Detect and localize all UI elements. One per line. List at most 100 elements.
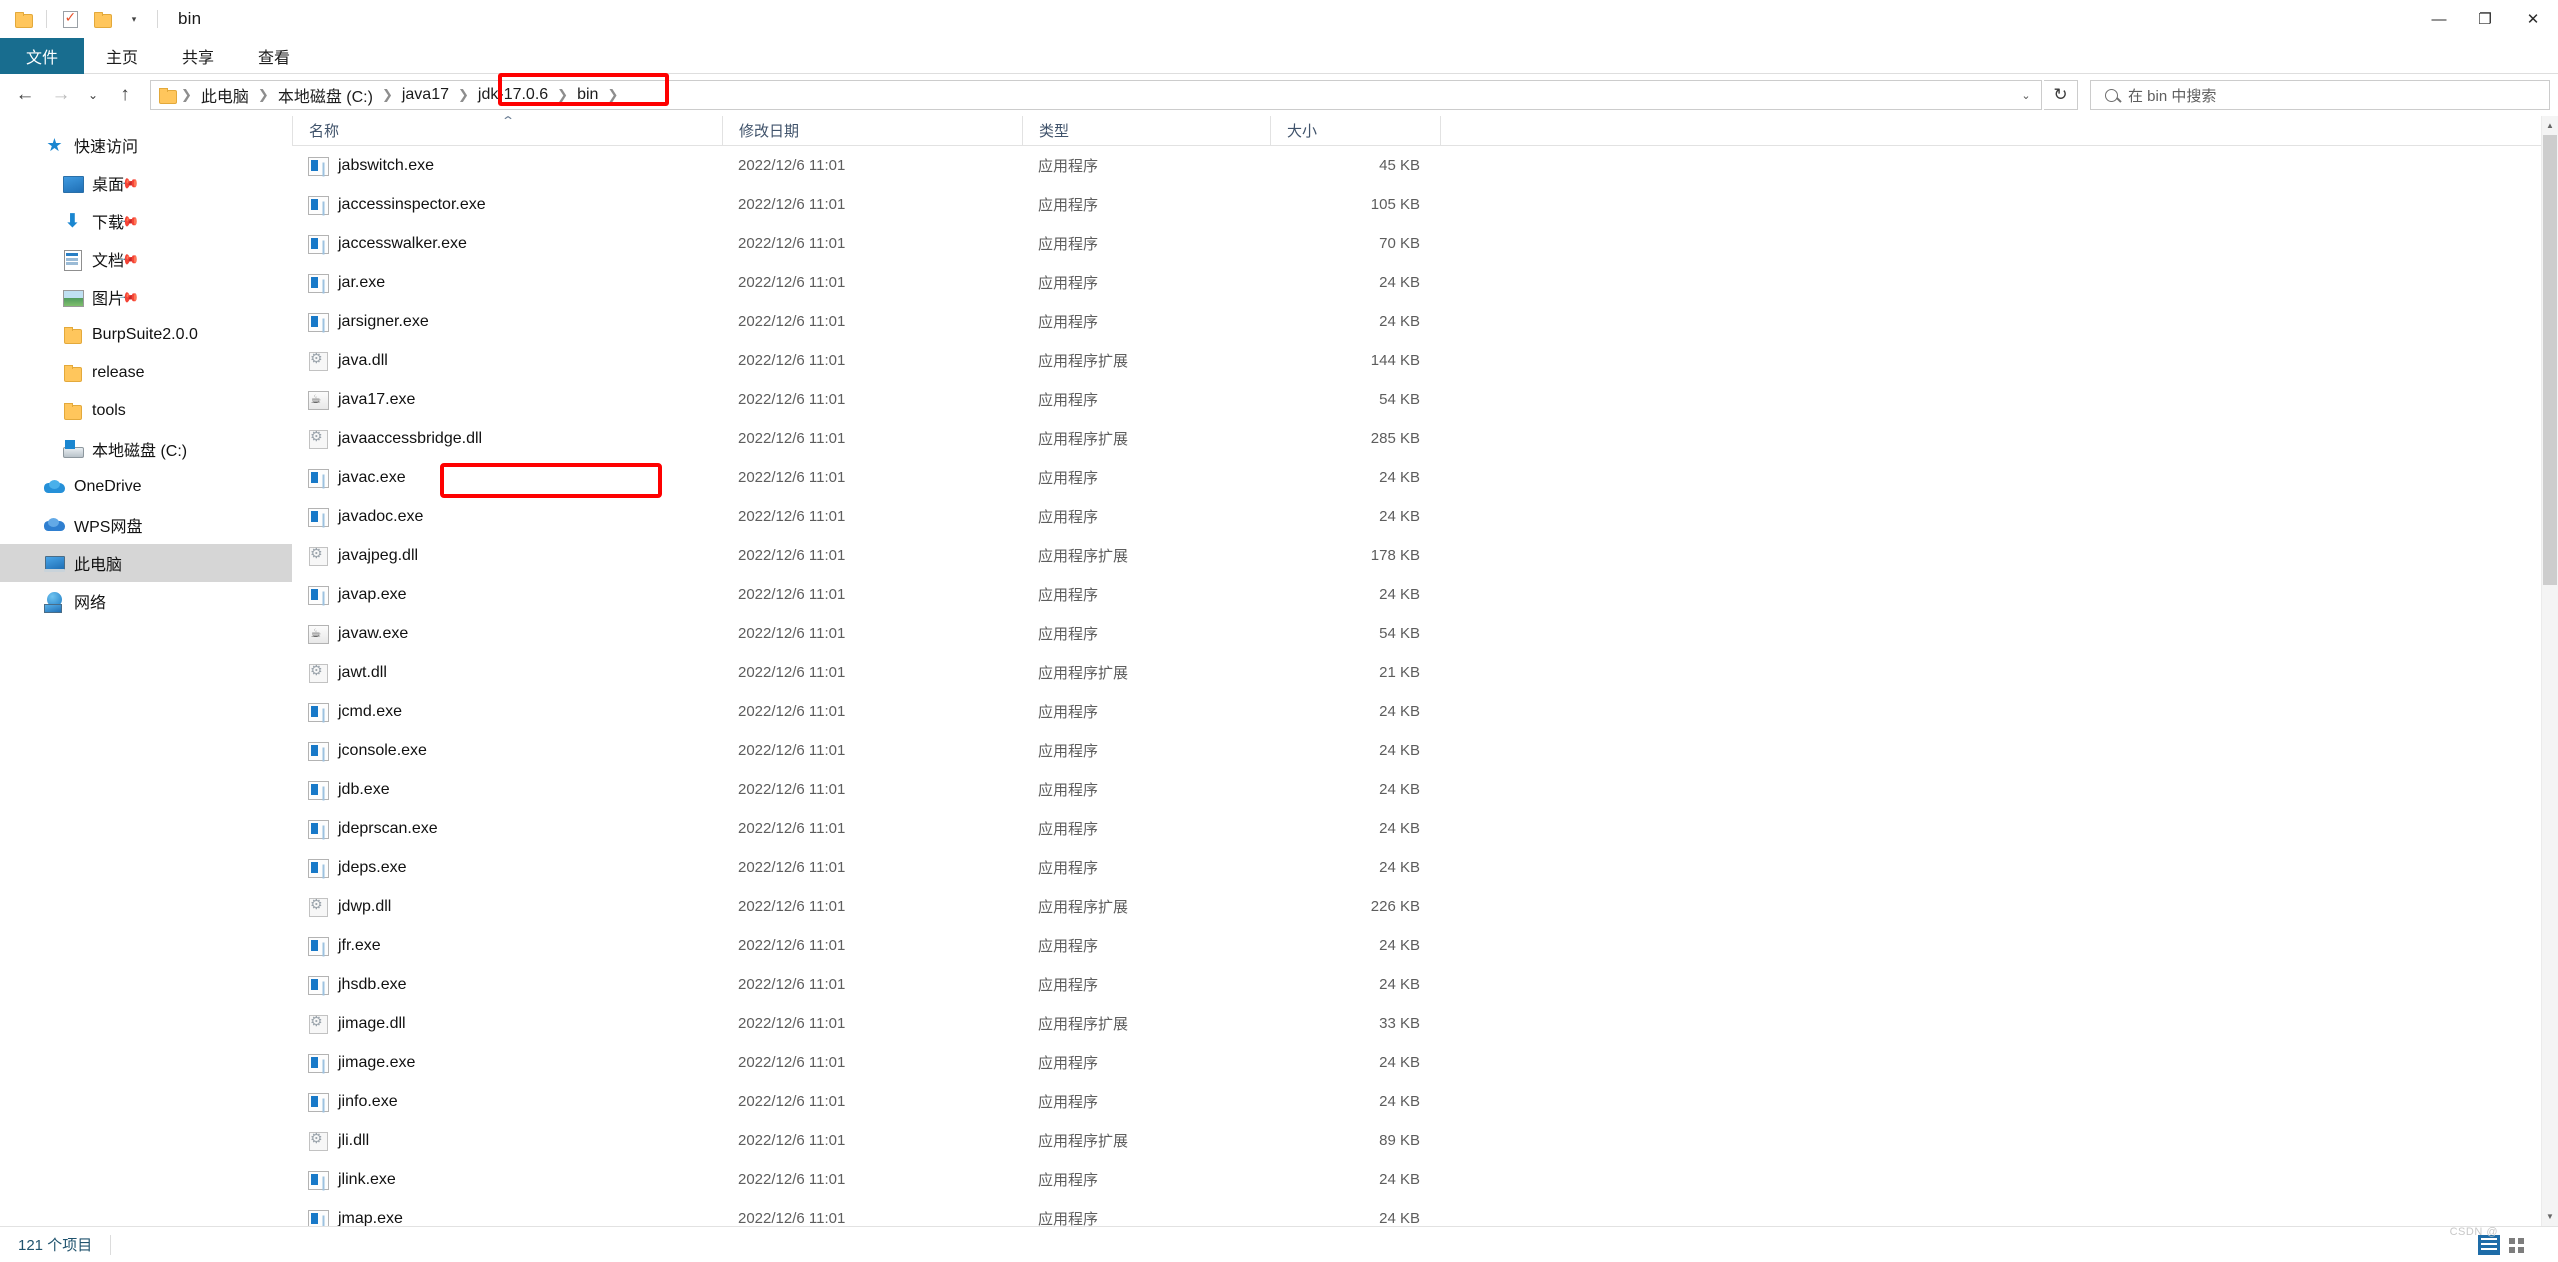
table-row[interactable]: javap.exe 2022/12/6 11:01 应用程序 24 KB (292, 575, 2558, 614)
file-name-cell[interactable]: javaaccessbridge.dll (292, 419, 722, 458)
table-row[interactable]: javaaccessbridge.dll 2022/12/6 11:01 应用程序扩… (292, 419, 2558, 458)
table-row[interactable]: jhsdb.exe 2022/12/6 11:01 应用程序 24 KB (292, 965, 2558, 1004)
file-name-cell[interactable]: jaccessinspector.exe (292, 185, 722, 224)
file-name-cell[interactable]: jdeps.exe (292, 848, 722, 887)
recent-locations-icon[interactable]: ⌄ (80, 78, 106, 112)
file-name-cell[interactable]: jdeprscan.exe (292, 809, 722, 848)
table-row[interactable]: jaccessinspector.exe 2022/12/6 11:01 应用程序 1… (292, 185, 2558, 224)
close-button[interactable]: ✕ (2508, 0, 2558, 38)
file-name-cell[interactable]: jawt.dll (292, 653, 722, 692)
column-header-size[interactable]: 大小 (1270, 115, 1440, 146)
sidebar-item-this-pc[interactable]: 此电脑 (0, 544, 292, 582)
table-row[interactable]: javaw.exe 2022/12/6 11:01 应用程序 54 KB (292, 614, 2558, 653)
sidebar-item-downloads[interactable]: ⬇ 下载 📌 (0, 202, 292, 240)
vertical-scrollbar[interactable]: ▲ ▼ (2541, 116, 2558, 1226)
sidebar-item-release[interactable]: release (0, 354, 292, 392)
file-name-cell[interactable]: jfr.exe (292, 926, 722, 965)
breadcrumb-item-this-pc[interactable]: ❯ 此电脑 (178, 81, 255, 109)
file-name-cell[interactable]: jar.exe (292, 263, 722, 302)
breadcrumb-item-bin[interactable]: ❯ bin ❯ (554, 81, 621, 109)
table-row[interactable]: jimage.dll 2022/12/6 11:01 应用程序扩展 33 KB (292, 1004, 2558, 1043)
properties-icon[interactable] (55, 4, 85, 34)
file-name-cell[interactable]: jabswitch.exe (292, 146, 722, 185)
file-name-cell[interactable]: jarsigner.exe (292, 302, 722, 341)
file-name-cell[interactable]: jcmd.exe (292, 692, 722, 731)
tab-file[interactable]: 文件 (0, 38, 85, 74)
breadcrumb-item-java17[interactable]: ❯ java17 (379, 81, 455, 109)
table-row[interactable]: jfr.exe 2022/12/6 11:01 应用程序 24 KB (292, 926, 2558, 965)
file-name-cell[interactable]: jmap.exe (292, 1199, 722, 1226)
table-row[interactable]: java.dll 2022/12/6 11:01 应用程序扩展 144 KB (292, 341, 2558, 380)
table-row[interactable]: java17.exe 2022/12/6 11:01 应用程序 54 KB (292, 380, 2558, 419)
table-row[interactable]: jar.exe 2022/12/6 11:01 应用程序 24 KB (292, 263, 2558, 302)
tab-share[interactable]: 共享 (160, 38, 236, 74)
maximize-button[interactable]: ❐ (2462, 0, 2508, 38)
file-name-cell[interactable]: javac.exe (292, 458, 722, 497)
table-row[interactable]: jcmd.exe 2022/12/6 11:01 应用程序 24 KB (292, 692, 2558, 731)
table-row[interactable]: jawt.dll 2022/12/6 11:01 应用程序扩展 21 KB (292, 653, 2558, 692)
file-name-cell[interactable]: jconsole.exe (292, 731, 722, 770)
sidebar-item-network[interactable]: 网络 (0, 582, 292, 620)
file-name-cell[interactable]: jhsdb.exe (292, 965, 722, 1004)
file-name-cell[interactable]: jinfo.exe (292, 1082, 722, 1121)
table-row[interactable]: javac.exe 2022/12/6 11:01 应用程序 24 KB (292, 458, 2558, 497)
file-name-cell[interactable]: javap.exe (292, 575, 722, 614)
file-name-cell[interactable]: jdwp.dll (292, 887, 722, 926)
table-row[interactable]: jmap.exe 2022/12/6 11:01 应用程序 24 KB (292, 1199, 2558, 1226)
file-name-cell[interactable]: java.dll (292, 341, 722, 380)
sidebar-item-tools[interactable]: tools (0, 392, 292, 430)
file-name-cell[interactable]: javajpeg.dll (292, 536, 722, 575)
column-header-type[interactable]: 类型 (1022, 115, 1270, 146)
column-header-date[interactable]: 修改日期 (722, 115, 1022, 146)
file-name-cell[interactable]: jaccesswalker.exe (292, 224, 722, 263)
up-button[interactable]: ↑ (108, 78, 142, 112)
sidebar-item-wps-cloud[interactable]: WPS网盘 (0, 506, 292, 544)
refresh-button[interactable]: ↻ (2044, 80, 2078, 110)
large-icons-view-icon[interactable] (2506, 1235, 2528, 1255)
file-name-cell[interactable]: jli.dll (292, 1121, 722, 1160)
table-row[interactable]: jdeps.exe 2022/12/6 11:01 应用程序 24 KB (292, 848, 2558, 887)
scrollbar-thumb[interactable] (2543, 135, 2557, 585)
table-row[interactable]: jdb.exe 2022/12/6 11:01 应用程序 24 KB (292, 770, 2558, 809)
table-row[interactable]: jarsigner.exe 2022/12/6 11:01 应用程序 24 KB (292, 302, 2558, 341)
table-row[interactable]: jimage.exe 2022/12/6 11:01 应用程序 24 KB (292, 1043, 2558, 1082)
sidebar-item-desktop[interactable]: 桌面 📌 (0, 164, 292, 202)
file-name-cell[interactable]: javadoc.exe (292, 497, 722, 536)
table-row[interactable]: jaccesswalker.exe 2022/12/6 11:01 应用程序 70 K… (292, 224, 2558, 263)
file-name-cell[interactable]: jimage.dll (292, 1004, 722, 1043)
table-row[interactable]: jinfo.exe 2022/12/6 11:01 应用程序 24 KB (292, 1082, 2558, 1121)
breadcrumb[interactable]: ❯ 此电脑 ❯ 本地磁盘 (C:) ❯ java17 ❯ jdk-17.0.6 … (150, 80, 2042, 110)
scroll-down-arrow[interactable]: ▼ (2542, 1207, 2558, 1226)
file-name-cell[interactable]: java17.exe (292, 380, 722, 419)
sidebar-item-onedrive[interactable]: OneDrive (0, 468, 292, 506)
scroll-up-arrow[interactable]: ▲ (2542, 116, 2558, 135)
sidebar-item-quick-access[interactable]: ★ 快速访问 (0, 126, 292, 164)
table-row[interactable]: jli.dll 2022/12/6 11:01 应用程序扩展 89 KB (292, 1121, 2558, 1160)
back-button[interactable]: ← (8, 78, 42, 112)
table-row[interactable]: javajpeg.dll 2022/12/6 11:01 应用程序扩展 178 KB (292, 536, 2558, 575)
file-name-cell[interactable]: javaw.exe (292, 614, 722, 653)
table-row[interactable]: jabswitch.exe 2022/12/6 11:01 应用程序 45 KB (292, 146, 2558, 185)
folder-icon[interactable] (8, 4, 38, 34)
table-row[interactable]: jdeprscan.exe 2022/12/6 11:01 应用程序 24 KB (292, 809, 2558, 848)
breadcrumb-item-jdk[interactable]: ❯ jdk-17.0.6 (455, 81, 554, 109)
column-header-name[interactable]: ⌃ 名称 (292, 114, 722, 146)
sidebar-item-burpsuite[interactable]: BurpSuite2.0.0 (0, 316, 292, 354)
search-input[interactable]: 在 bin 中搜索 (2090, 80, 2550, 110)
file-name-cell[interactable]: jlink.exe (292, 1160, 722, 1199)
table-row[interactable]: jdwp.dll 2022/12/6 11:01 应用程序扩展 226 KB (292, 887, 2558, 926)
path-dropdown-icon[interactable]: ⌄ (2011, 89, 2041, 102)
forward-button[interactable]: → (44, 78, 78, 112)
new-folder-icon[interactable] (87, 4, 117, 34)
table-row[interactable]: jlink.exe 2022/12/6 11:01 应用程序 24 KB (292, 1160, 2558, 1199)
sidebar-item-local-disk-c[interactable]: 本地磁盘 (C:) (0, 430, 292, 468)
sidebar-item-pictures[interactable]: 图片 📌 (0, 278, 292, 316)
tab-home[interactable]: 主页 (84, 38, 160, 74)
sidebar-item-documents[interactable]: 文档 📌 (0, 240, 292, 278)
file-name-cell[interactable]: jdb.exe (292, 770, 722, 809)
tab-view[interactable]: 查看 (236, 38, 312, 74)
minimize-button[interactable]: — (2416, 0, 2462, 38)
customize-caret-icon[interactable]: ▾ (119, 4, 149, 34)
breadcrumb-item-local-disk[interactable]: ❯ 本地磁盘 (C:) (255, 81, 379, 109)
table-row[interactable]: javadoc.exe 2022/12/6 11:01 应用程序 24 KB (292, 497, 2558, 536)
